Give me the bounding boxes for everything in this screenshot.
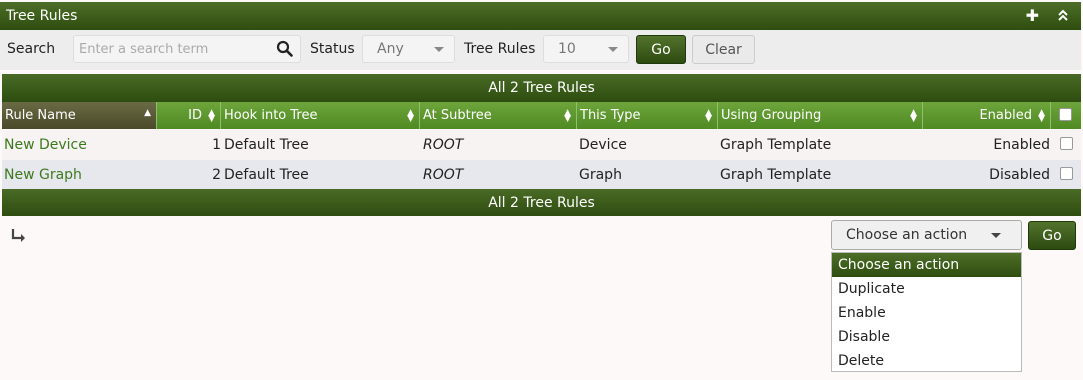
rule-subtree: ROOT: [423, 167, 464, 183]
panel-title: Tree Rules: [6, 8, 78, 24]
plus-icon[interactable]: ✚: [1026, 8, 1039, 24]
table-row: New Device 1 Default Tree ROOT Device Gr…: [2, 130, 1081, 160]
chevron-down-icon: [608, 47, 618, 52]
sort-icon: ▲ ▼: [1038, 108, 1045, 124]
rule-name-link[interactable]: New Device: [4, 130, 87, 160]
action-option[interactable]: Disable: [832, 325, 1021, 349]
search-input[interactable]: [74, 36, 279, 62]
column-enabled[interactable]: Enabled ▲ ▼: [923, 102, 1051, 129]
double-chevron-up-icon[interactable]: [1057, 8, 1069, 24]
rule-id: 2: [212, 167, 221, 183]
rule-subtree: ROOT: [423, 137, 464, 153]
select-all-checkbox[interactable]: [1059, 108, 1072, 121]
search-field[interactable]: [73, 35, 301, 63]
rows-label: Tree Rules: [464, 41, 536, 57]
sort-icon: ▲ ▼: [564, 108, 571, 124]
status-value: Any: [377, 41, 404, 57]
action-option[interactable]: Duplicate: [832, 277, 1021, 301]
column-hook-into-tree[interactable]: Hook into Tree ▲ ▼: [221, 102, 420, 129]
rule-type: Graph: [579, 167, 622, 183]
rule-grouping: Graph Template: [720, 167, 832, 183]
rows-value: 10: [558, 41, 576, 57]
rule-id: 1: [212, 137, 221, 153]
rule-enabled: Disabled: [989, 167, 1050, 183]
action-go-button[interactable]: Go: [1028, 221, 1076, 250]
rows-select[interactable]: 10: [543, 35, 629, 63]
table-header: Rule Name ▲ ID ▲ ▼ Hook into Tree ▲ ▼ At S…: [2, 102, 1081, 129]
rule-grouping: Graph Template: [720, 137, 832, 153]
sort-icon: ▲ ▼: [407, 108, 414, 124]
rule-type: Device: [579, 137, 627, 153]
panel-header: Tree Rules ✚: [0, 2, 1081, 30]
action-option[interactable]: Delete: [832, 349, 1021, 373]
action-select[interactable]: Choose an action: [831, 220, 1022, 250]
search-icon[interactable]: [276, 40, 294, 58]
column-using-grouping[interactable]: Using Grouping ▲ ▼: [718, 102, 923, 129]
action-select-value: Choose an action: [846, 227, 968, 243]
column-this-type[interactable]: This Type ▲ ▼: [577, 102, 718, 129]
sort-asc-icon: ▲: [144, 108, 151, 118]
row-checkbox[interactable]: [1060, 137, 1073, 150]
column-id[interactable]: ID ▲ ▼: [157, 102, 221, 129]
search-label: Search: [7, 41, 56, 57]
go-button[interactable]: Go: [636, 35, 686, 64]
sort-icon: ▲ ▼: [208, 108, 215, 124]
column-at-subtree[interactable]: At Subtree ▲ ▼: [420, 102, 577, 129]
rule-name-link[interactable]: New Graph: [4, 160, 82, 190]
table-row: New Graph 2 Default Tree ROOT Graph Grap…: [2, 160, 1081, 190]
action-dropdown: Choose an action Duplicate Enable Disabl…: [831, 252, 1022, 372]
status-label: Status: [310, 41, 355, 57]
status-select[interactable]: Any: [362, 35, 455, 63]
table-banner-bottom: All 2 Tree Rules: [2, 189, 1081, 216]
sort-icon: ▲ ▼: [705, 108, 712, 124]
chevron-down-icon: [991, 233, 1001, 238]
filter-bar: Search Status Any Tree Rules 10 Go Clear: [0, 30, 1081, 70]
chevron-down-icon: [434, 47, 444, 52]
rule-tree: Default Tree: [224, 137, 309, 153]
action-option[interactable]: Choose an action: [832, 253, 1021, 277]
clear-button[interactable]: Clear: [692, 35, 755, 64]
corner-arrow-icon: [11, 229, 25, 242]
column-rule-name[interactable]: Rule Name ▲: [2, 102, 157, 129]
action-option[interactable]: Enable: [832, 301, 1021, 325]
row-checkbox[interactable]: [1060, 167, 1073, 180]
select-all-cell: [1051, 102, 1081, 129]
rule-tree: Default Tree: [224, 167, 309, 183]
rule-enabled: Enabled: [993, 137, 1050, 153]
sort-icon: ▲ ▼: [910, 108, 917, 124]
table-banner-top: All 2 Tree Rules: [2, 74, 1081, 102]
